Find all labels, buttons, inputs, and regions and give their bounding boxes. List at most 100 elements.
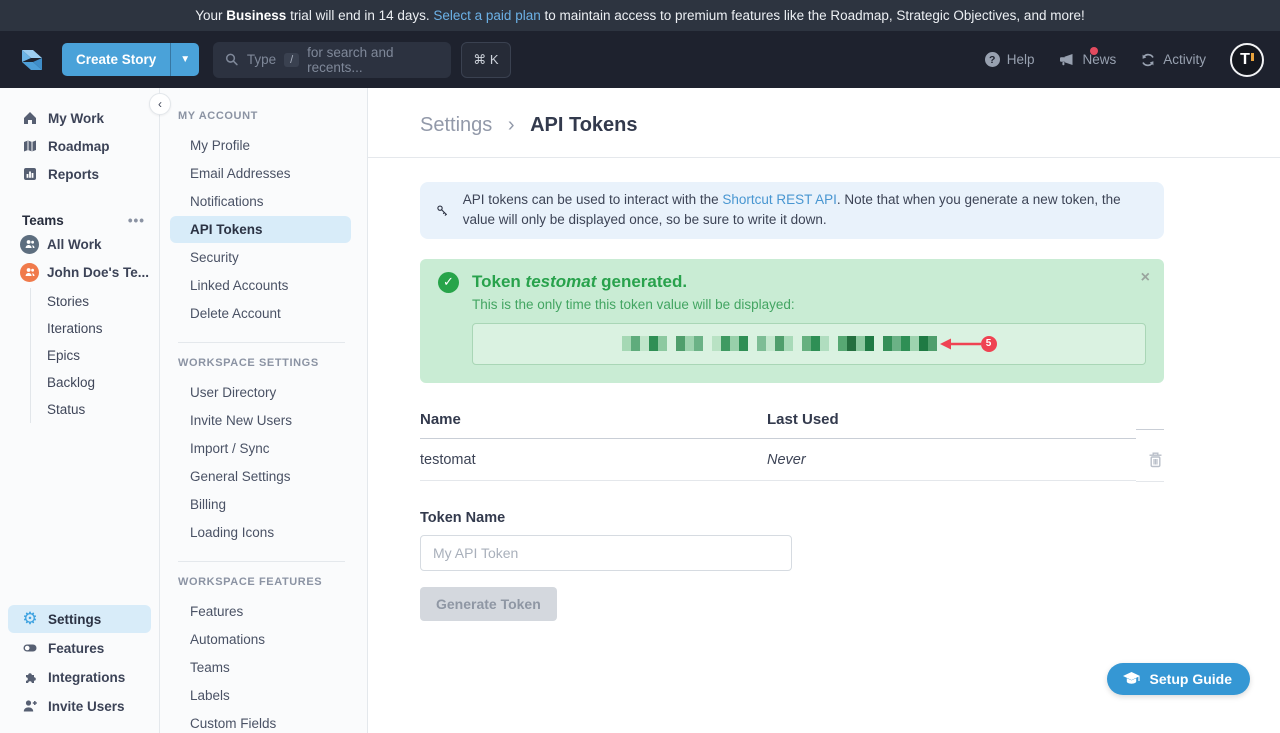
sidebar-item-epics[interactable]: Epics	[47, 342, 159, 369]
sidebar-item-features[interactable]: Features	[8, 634, 151, 662]
check-icon: ✓	[438, 272, 459, 293]
sidebar-item-iterations[interactable]: Iterations	[47, 315, 159, 342]
breadcrumb: Settings › API Tokens	[420, 114, 1280, 137]
sidebar-item-stories[interactable]: Stories	[47, 288, 159, 315]
settings-item-loading-icons[interactable]: Loading Icons	[170, 519, 351, 546]
people-icon	[24, 238, 36, 250]
shortcut-logo-icon[interactable]	[16, 44, 48, 76]
redacted-token-value	[622, 336, 937, 351]
settings-item-delete-account[interactable]: Delete Account	[170, 300, 351, 327]
annotation: 5	[939, 336, 997, 352]
cmd-k-shortcut[interactable]: ⌘ K	[461, 42, 510, 78]
trial-banner: Your Business trial will end in 14 days.…	[0, 0, 1280, 31]
settings-item-custom-fields[interactable]: Custom Fields	[170, 710, 351, 733]
group-title-workspace-features: WORKSPACE FEATURES	[178, 576, 351, 588]
teams-menu-button[interactable]: •••	[128, 213, 145, 228]
main-content: Settings › API Tokens API tokens can be …	[368, 88, 1280, 733]
settings-sidebar: MY ACCOUNT My Profile Email Addresses No…	[160, 88, 368, 733]
sidebar-item-status[interactable]: Status	[47, 396, 159, 423]
breadcrumb-settings[interactable]: Settings	[420, 114, 492, 136]
settings-item-my-profile[interactable]: My Profile	[170, 132, 351, 159]
delete-token-button[interactable]	[1136, 439, 1164, 482]
sidebar-item-john-does-team[interactable]: John Doe's Te...	[0, 258, 159, 286]
annotation-arrow-icon	[939, 337, 983, 351]
settings-item-security[interactable]: Security	[170, 244, 351, 271]
sidebar-item-all-work[interactable]: All Work	[0, 230, 159, 258]
primary-sidebar: My Work Roadmap Reports Teams ••• All Wo…	[0, 88, 160, 733]
create-story-button[interactable]: Create Story ▼	[62, 43, 199, 76]
sidebar-item-my-work[interactable]: My Work	[0, 104, 159, 132]
create-story-label[interactable]: Create Story	[62, 43, 170, 76]
group-title-workspace-settings: WORKSPACE SETTINGS	[178, 357, 351, 369]
token-value-box[interactable]: 5	[472, 323, 1146, 365]
news-label: News	[1082, 52, 1116, 67]
news-button[interactable]: News	[1058, 51, 1116, 68]
info-text-before: API tokens can be used to interact with …	[463, 192, 723, 207]
sidebar-item-label: Roadmap	[48, 139, 110, 154]
sidebar-item-integrations[interactable]: Integrations	[8, 663, 151, 691]
settings-item-features[interactable]: Features	[170, 598, 351, 625]
chevron-down-icon: ▼	[180, 54, 190, 65]
create-story-dropdown[interactable]: ▼	[170, 43, 199, 76]
tokens-table: Name Last Used testomat Never	[420, 405, 1164, 482]
search-placeholder: for search and recents...	[307, 45, 439, 75]
select-paid-plan-link[interactable]: Select a paid plan	[433, 8, 540, 23]
graduation-cap-icon	[1122, 671, 1141, 687]
trash-icon	[1147, 451, 1164, 469]
settings-item-linked-accounts[interactable]: Linked Accounts	[170, 272, 351, 299]
settings-item-user-directory[interactable]: User Directory	[170, 379, 351, 406]
settings-item-import-sync[interactable]: Import / Sync	[170, 435, 351, 462]
activity-button[interactable]: Activity	[1140, 52, 1206, 68]
map-icon	[22, 138, 38, 154]
team-label: All Work	[47, 237, 102, 252]
settings-item-billing[interactable]: Billing	[170, 491, 351, 518]
sidebar-item-backlog[interactable]: Backlog	[47, 369, 159, 396]
user-avatar[interactable]: T	[1230, 43, 1264, 77]
alert-title: Token testomat generated.	[472, 272, 687, 292]
token-generated-alert: × ✓ Token testomat generated. This is th…	[420, 259, 1164, 383]
search-icon	[225, 52, 239, 67]
table-row: testomat Never	[420, 439, 1164, 482]
settings-item-general-settings[interactable]: General Settings	[170, 463, 351, 490]
settings-item-email-addresses[interactable]: Email Addresses	[170, 160, 351, 187]
close-icon[interactable]: ×	[1141, 269, 1150, 287]
settings-item-automations[interactable]: Automations	[170, 626, 351, 653]
activity-icon	[1140, 52, 1156, 68]
alert-title-suffix: generated.	[596, 272, 687, 291]
teams-header: Teams	[22, 213, 64, 228]
generate-token-form: Token Name Generate Token	[420, 510, 1164, 621]
team-label: John Doe's Te...	[47, 265, 149, 280]
sidebar-collapse-button[interactable]: ‹	[149, 93, 171, 115]
banner-plan-name: Business	[226, 8, 286, 23]
slash-key-badge: /	[284, 53, 299, 67]
token-last-used-cell: Never	[767, 440, 1136, 481]
banner-text-suffix: to maintain access to premium features l…	[541, 8, 1085, 23]
generate-token-button[interactable]: Generate Token	[420, 587, 557, 621]
sidebar-item-label: Features	[48, 641, 104, 656]
person-plus-icon	[22, 698, 38, 714]
info-text: API tokens can be used to interact with …	[463, 190, 1148, 231]
settings-item-notifications[interactable]: Notifications	[170, 188, 351, 215]
sidebar-item-invite-users[interactable]: Invite Users	[8, 692, 151, 720]
breadcrumb-separator: ›	[508, 114, 515, 136]
api-tokens-info-box: API tokens can be used to interact with …	[420, 182, 1164, 239]
column-header-name: Name	[420, 405, 767, 439]
search-input[interactable]: Type / for search and recents...	[213, 42, 451, 78]
top-navbar: Create Story ▼ Type / for search and rec…	[0, 31, 1280, 88]
annotation-number-badge: 5	[981, 336, 997, 352]
settings-item-api-tokens[interactable]: API Tokens	[170, 216, 351, 243]
token-name-label: Token Name	[420, 510, 1164, 526]
settings-item-teams[interactable]: Teams	[170, 654, 351, 681]
settings-item-labels[interactable]: Labels	[170, 682, 351, 709]
help-button[interactable]: ? Help	[985, 52, 1035, 67]
sidebar-item-settings[interactable]: ⚙ Settings	[8, 605, 151, 633]
settings-item-invite-new-users[interactable]: Invite New Users	[170, 407, 351, 434]
alert-token-name: testomat	[526, 272, 597, 291]
alert-title-prefix: Token	[472, 272, 526, 291]
setup-guide-button[interactable]: Setup Guide	[1107, 663, 1250, 695]
sidebar-item-reports[interactable]: Reports	[0, 160, 159, 188]
shortcut-rest-api-link[interactable]: Shortcut REST API	[722, 192, 837, 207]
toggle-icon	[22, 640, 38, 656]
sidebar-item-roadmap[interactable]: Roadmap	[0, 132, 159, 160]
token-name-input[interactable]	[420, 535, 792, 571]
